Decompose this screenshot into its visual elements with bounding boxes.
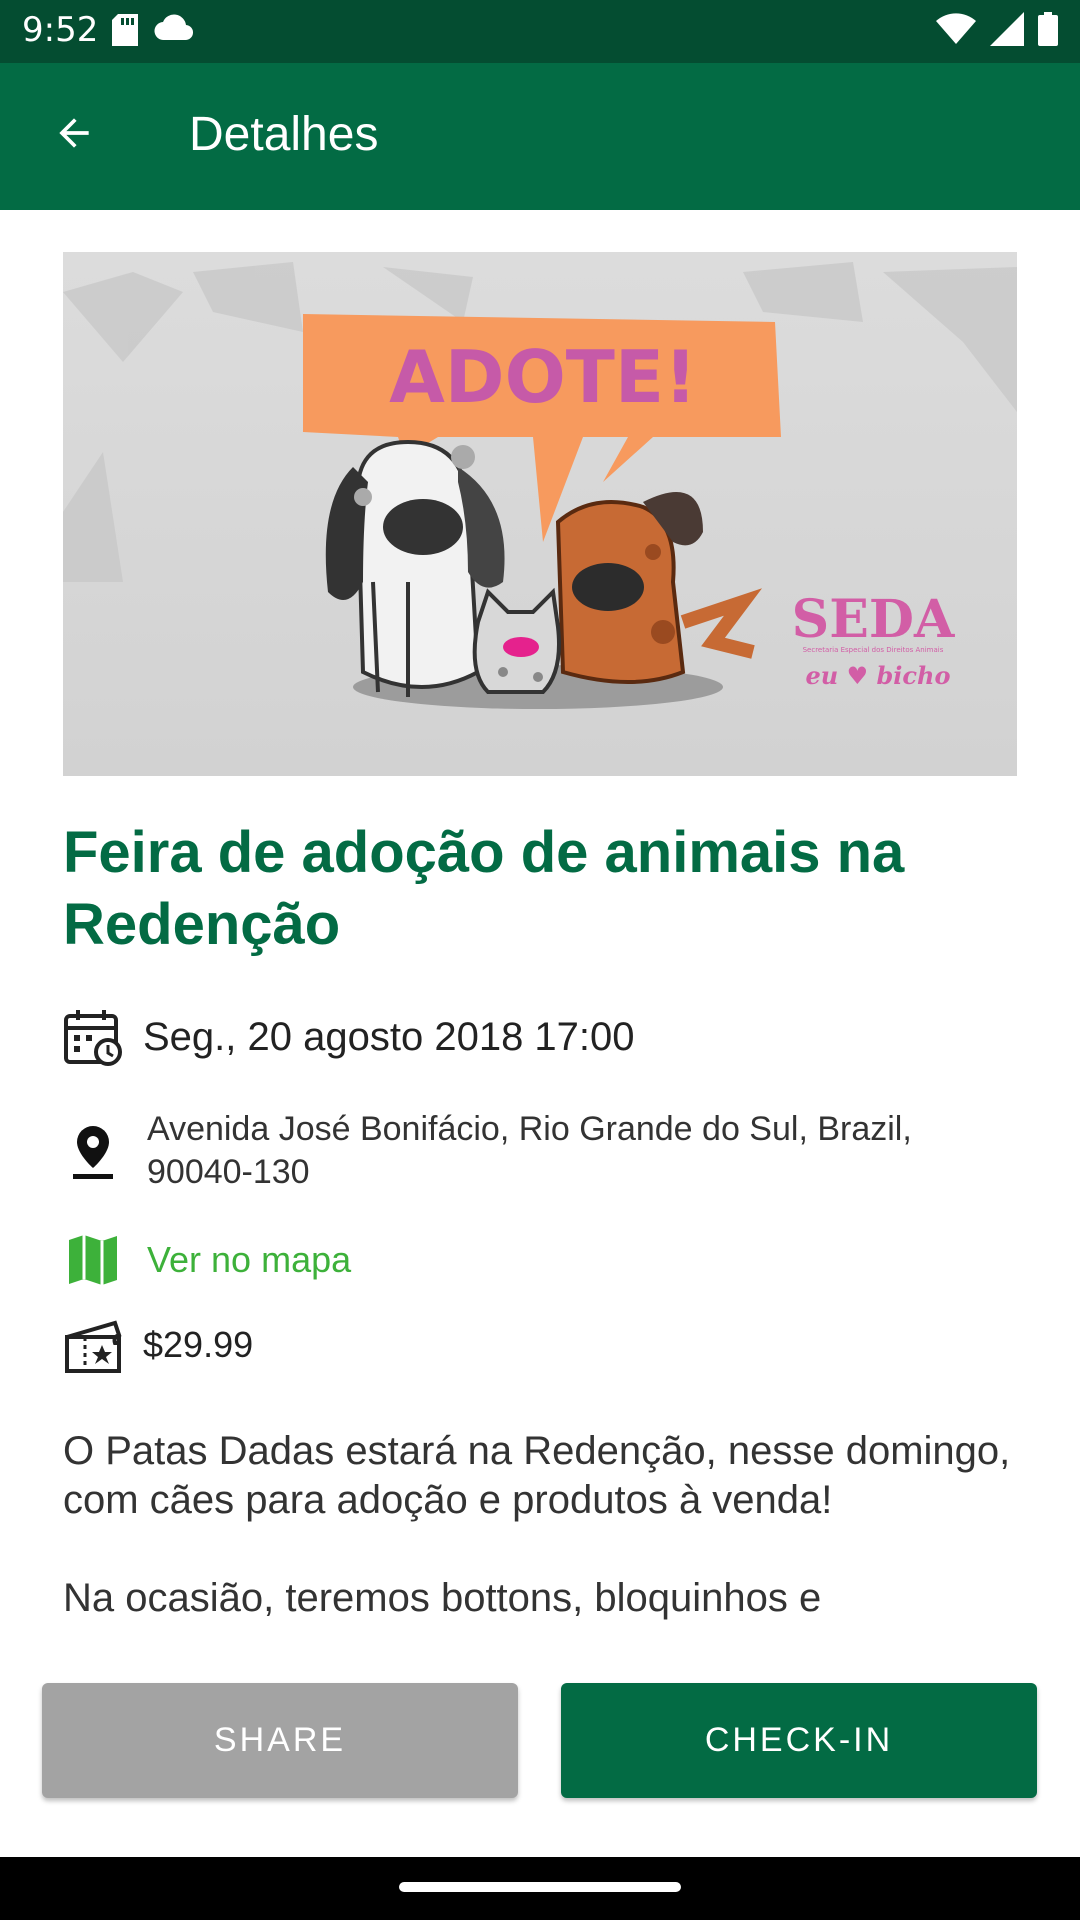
event-price: $29.99 <box>143 1324 254 1365</box>
share-button[interactable]: SHARE <box>42 1683 518 1798</box>
check-in-button[interactable]: CHECK-IN <box>561 1683 1037 1798</box>
description-paragraph: O Patas Dadas estará na Redenção, nesse … <box>63 1429 1011 1522</box>
speech-bubble-text: ADOTE! <box>389 335 697 419</box>
cat-illustration <box>472 587 561 694</box>
ticket-icon <box>63 1315 123 1375</box>
sd-card-icon <box>112 14 138 50</box>
view-on-map-link[interactable]: Ver no mapa <box>63 1230 351 1290</box>
logo-subtitle: Secretaria Especial dos Direitos Animais <box>803 646 944 654</box>
logo-text: SEDA <box>792 589 955 650</box>
battery-icon <box>1038 12 1058 50</box>
signal-icon <box>990 12 1024 50</box>
map-pin-icon <box>63 1122 123 1182</box>
logo-tagline: eu ♥ bicho <box>806 661 951 690</box>
arrow-back-icon <box>52 111 96 159</box>
back-button[interactable] <box>40 101 108 169</box>
status-time: 9:52 <box>22 10 99 50</box>
seda-logo: SEDA Secretaria Especial dos Direitos An… <box>792 589 955 690</box>
status-right-icons <box>936 12 1058 50</box>
event-details[interactable]: ADOTE! SEDA Secretaria Especial dos Dire… <box>0 210 1080 1645</box>
page-title: Detalhes <box>189 108 379 161</box>
event-title: Feira de adoção de animais na Redenção <box>63 820 905 957</box>
calendar-clock-icon <box>63 1007 123 1067</box>
brown-dog-illustration <box>555 492 763 684</box>
map-icon <box>63 1230 123 1290</box>
event-address-row: Avenida José Bonifácio, Rio Grande do Su… <box>63 1108 987 1194</box>
wifi-icon <box>936 13 976 49</box>
description-paragraph: Na ocasião, teremos bottons, bloquinhos … <box>63 1576 822 1620</box>
event-price-row: $29.99 <box>63 1315 253 1375</box>
event-address: Avenida José Bonifácio, Rio Grande do Su… <box>147 1110 912 1191</box>
event-description: O Patas Dadas estará na Redenção, nesse … <box>63 1427 1017 1645</box>
event-image: ADOTE! SEDA Secretaria Especial dos Dire… <box>63 252 1017 776</box>
status-bar: 9:52 <box>0 0 1080 63</box>
cloud-icon <box>154 14 194 50</box>
action-bar: SHARE CHECK-IN <box>0 1645 1080 1857</box>
event-date-row: Seg., 20 agosto 2018 17:00 <box>63 1007 635 1067</box>
view-on-map-text[interactable]: Ver no mapa <box>147 1239 351 1281</box>
navigation-bar <box>0 1857 1080 1920</box>
event-date: Seg., 20 agosto 2018 17:00 <box>143 1014 635 1059</box>
home-indicator[interactable] <box>399 1882 681 1892</box>
status-left-icons <box>112 14 194 50</box>
app-bar: Detalhes <box>0 63 1080 210</box>
